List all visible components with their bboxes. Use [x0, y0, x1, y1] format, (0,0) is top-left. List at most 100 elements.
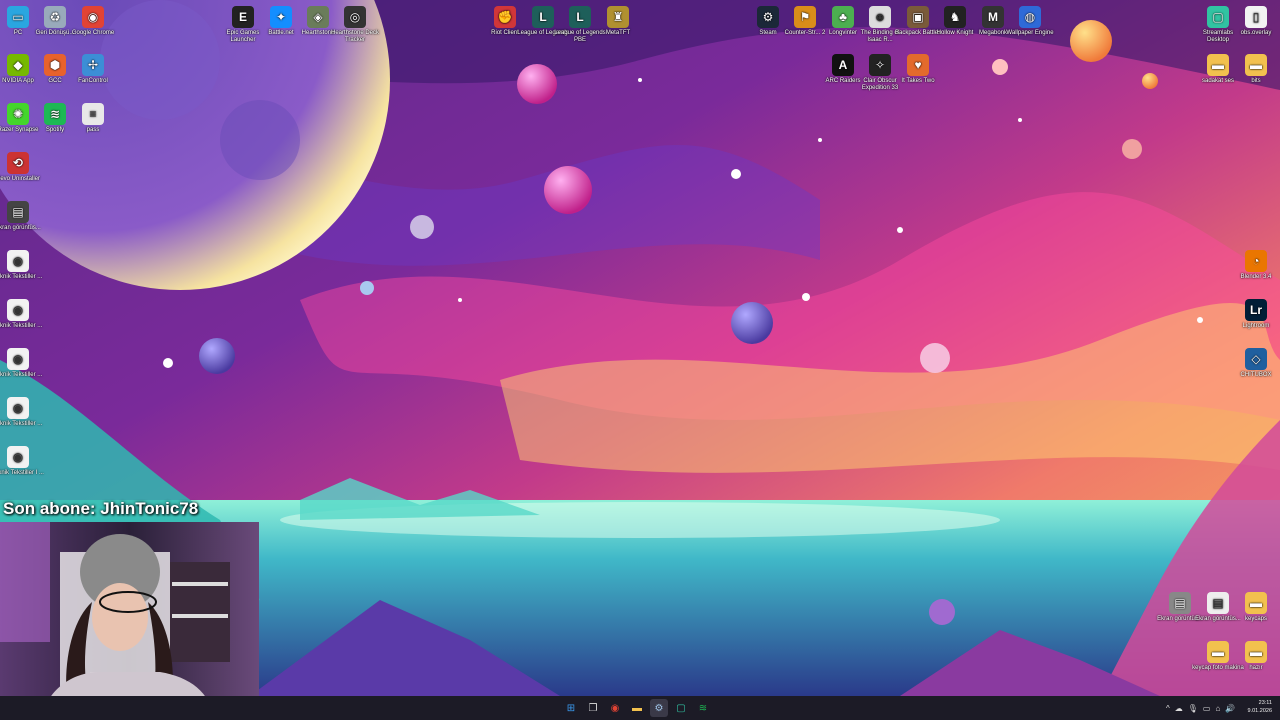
screenshot-icon: ▤: [1207, 592, 1229, 614]
volume-icon[interactable]: 🔊: [1225, 704, 1235, 713]
lol-pbe-icon: L: [569, 6, 591, 28]
spotify-icon: ≋: [44, 103, 66, 125]
taskbar-windows-start-icon[interactable]: ⊞: [562, 699, 580, 717]
nvidia-icon: ◆: [7, 54, 29, 76]
desktop-icon-label: It Takes Two: [901, 78, 935, 84]
taskbar-spotify-icon[interactable]: ≋: [694, 699, 712, 717]
desktop-icon-folder[interactable]: ▬ keycaps: [1228, 588, 1280, 623]
steam-icon: ⚙: [757, 6, 779, 28]
clock-date: 9.01.2026: [1247, 708, 1272, 714]
desktop-icon-chrome-doc[interactable]: ◉ Teknik Tekstiller ...: [0, 393, 46, 428]
desktop-icon-chrome-doc[interactable]: ◉ Teknik Tekstiller ...: [0, 344, 46, 379]
network-icon[interactable]: ⌂: [1215, 704, 1220, 713]
desktop-icon-label: Teknik Tekstiller ...: [0, 421, 43, 427]
deck-tracker-icon: ◎: [344, 6, 366, 28]
desktop-icon-label: keycaps: [1244, 616, 1267, 622]
fancontrol-icon: ✢: [82, 54, 104, 76]
folder-icon: ▬: [1245, 592, 1267, 614]
screenshot-icon: ▤: [7, 201, 29, 223]
wallpaper-engine-icon: ◍: [1019, 6, 1041, 28]
desktop-icon-label: Teknik Tekstiller ...: [0, 372, 43, 378]
mic-icon[interactable]: 🎙: [1188, 704, 1198, 713]
desktop-icon-label: FanControl: [78, 78, 108, 84]
desktop-icon-chrome-doc[interactable]: ◉ Teknik Tekstiller ...: [0, 246, 46, 281]
desktop-icon-chrome-doc[interactable]: ◉ Teknik Tekstiller I ...: [0, 442, 46, 477]
clair-obscur-icon: ✧: [869, 54, 891, 76]
desktop-icon-file[interactable]: ▯ obs.overlay: [1228, 2, 1280, 37]
hollow-knight-icon: ♞: [944, 6, 966, 28]
chrome-doc-icon: ◉: [7, 250, 29, 272]
desktop-icon-metatft[interactable]: ♜ MetaTFT: [590, 2, 646, 37]
chrome-doc-icon: ◉: [7, 446, 29, 468]
desktop-icon-deck-tracker[interactable]: ◎ Hearthstone Deck Tracker: [327, 2, 383, 44]
desktop-icon-lightroom[interactable]: Lr Lightroom: [1228, 295, 1280, 330]
desktop-icon-it-takes-two[interactable]: ♥ It Takes Two: [890, 50, 946, 85]
chrome-icon: ◉: [82, 6, 104, 28]
desktop-icon-label: MetaTFT: [605, 30, 631, 36]
battlenet-icon: ✦: [270, 6, 292, 28]
desktop-icon-label: Teknik Tekstiller ...: [0, 274, 43, 280]
gcc-icon: ⬢: [44, 54, 66, 76]
folder-icon: ▬: [1245, 54, 1267, 76]
taskbar-chrome-icon[interactable]: ◉: [606, 699, 624, 717]
chrome-doc-icon: ◉: [7, 348, 29, 370]
display-icon[interactable]: ▭: [1203, 704, 1211, 713]
folder-icon: ▬: [1245, 641, 1267, 663]
riot-icon: ✊: [494, 6, 516, 28]
desktop-icon-folder[interactable]: ▬ bits: [1228, 50, 1280, 85]
blender-icon: ◔: [1245, 250, 1267, 272]
it-takes-two-icon: ♥: [907, 54, 929, 76]
desktop-icon-blender[interactable]: ◔ Blender 3.4: [1228, 246, 1280, 281]
taskbar: ⊞ ❐ ◉ ▬ ⚙ ▢ ≋ ^ ☁ 🎙 ▭ ⌂ 🔊 23:11 9.01.2026: [0, 696, 1280, 720]
desktop-icon-label: Revo Uninstaller: [0, 176, 41, 182]
folder-icon: ▬: [1207, 54, 1229, 76]
desktop-icon-label: Ekran görüntüs...: [0, 225, 41, 231]
taskbar-task-view-icon[interactable]: ❐: [584, 699, 602, 717]
desktop-icon-label: Teknik Tekstiller I ...: [0, 470, 44, 476]
desktop-icon-wallpaper-engine[interactable]: ◍ Wallpaper Engine: [1002, 2, 1058, 37]
isaac-icon: ☻: [869, 6, 891, 28]
desktop-icon-chrome-doc[interactable]: ◉ Teknik Tekstiller ...: [0, 295, 46, 330]
taskbar-file-explorer-icon[interactable]: ▬: [628, 699, 646, 717]
chevron-up-icon[interactable]: ^: [1166, 704, 1170, 713]
desktop-icon-folder[interactable]: ▬ hazır: [1228, 637, 1280, 672]
streamlabs-icon: ▢: [1207, 6, 1229, 28]
desktop-icon-revo[interactable]: ⟲ Revo Uninstaller: [0, 148, 46, 183]
desktop-icon-fancontrol[interactable]: ✢ FanControl: [65, 50, 121, 85]
clock[interactable]: 23:11 9.01.2026: [1248, 699, 1272, 715]
backpack-icon: ▣: [907, 6, 929, 28]
lightroom-icon: Lr: [1245, 299, 1267, 321]
desktop-icon-label: Blender 3.4: [1240, 274, 1272, 280]
chitubox-icon: ◇: [1245, 348, 1267, 370]
taskbar-streamlabs-icon[interactable]: ▢: [672, 699, 690, 717]
last-subscriber-overlay: Son abone: JhinTonic78: [3, 499, 199, 518]
taskbar-apps: ⊞ ❐ ◉ ▬ ⚙ ▢ ≋: [562, 696, 712, 720]
desktop-icon-chrome[interactable]: ◉ Google Chrome: [65, 2, 121, 37]
razer-icon: ✺: [7, 103, 29, 125]
desktop-icon-screenshot[interactable]: ▤ Ekran görüntüs...: [0, 197, 46, 232]
taskbar-steam-icon[interactable]: ⚙: [650, 699, 668, 717]
desktop-icon-label: hazır: [1249, 665, 1263, 671]
desktop-icon-chitubox[interactable]: ◇ CHITUBOX: [1228, 344, 1280, 379]
desktop-icon-text-file[interactable]: ≡ pass: [65, 99, 121, 134]
chrome-doc-icon: ◉: [7, 299, 29, 321]
cloud-icon[interactable]: ☁: [1175, 704, 1183, 713]
hearthstone-icon: ◈: [307, 6, 329, 28]
desktop-icon-label: Wallpaper Engine: [1006, 30, 1054, 36]
webcam-overlay: [0, 522, 259, 720]
text-file-icon: ≡: [82, 103, 104, 125]
recycle-bin-icon: ♻: [44, 6, 66, 28]
desktop-icon-label: bits: [1251, 78, 1261, 84]
lol-icon: L: [532, 6, 554, 28]
clock-time: 23:11: [1258, 700, 1272, 706]
arc-raiders-icon: A: [832, 54, 854, 76]
desktop-icon-label: Lightroom: [1242, 323, 1270, 329]
desktop-icon-label: CHITUBOX: [1240, 372, 1272, 378]
file-icon: ▯: [1245, 6, 1267, 28]
longvinter-icon: ♣: [832, 6, 854, 28]
metatft-icon: ♜: [607, 6, 629, 28]
folder-icon: ▬: [1207, 641, 1229, 663]
desktop-icon-label: Google Chrome: [71, 30, 115, 36]
screenshot-icon: ▤: [1169, 592, 1191, 614]
chrome-doc-icon: ◉: [7, 397, 29, 419]
